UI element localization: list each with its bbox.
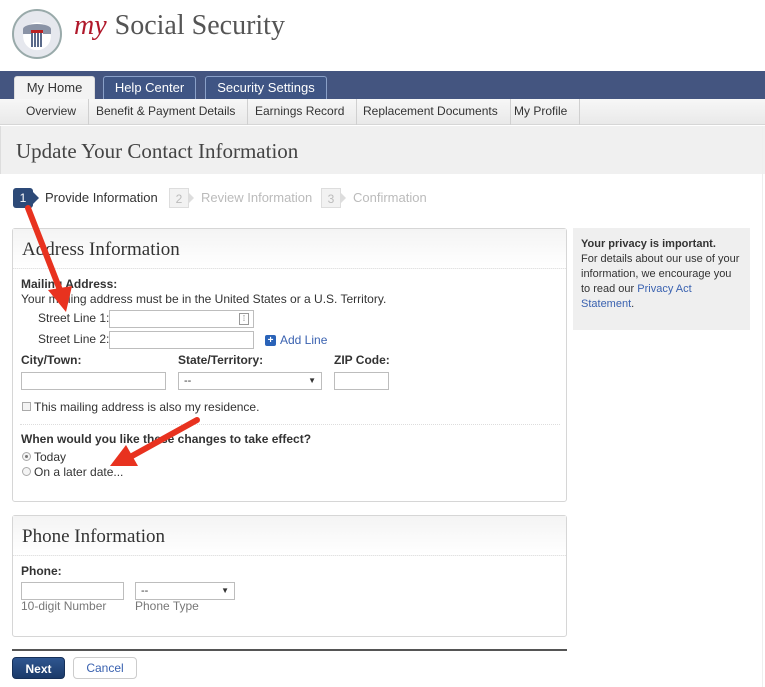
phone-panel: Phone Information [12,515,567,637]
residence-checkbox[interactable] [22,402,31,411]
next-button[interactable]: Next [12,657,65,679]
section-divider [20,424,560,425]
shield-icon [31,33,43,47]
privacy-period: . [631,298,635,310]
cancel-button[interactable]: Cancel [73,657,137,679]
chevron-down-icon: ▼ [308,376,316,385]
street-line-1-input[interactable]: ⁞ [109,310,254,328]
chevron-down-icon: ▼ [221,586,229,595]
residence-checkbox-label: This mailing address is also my residenc… [34,400,260,414]
city-input[interactable] [21,372,166,390]
add-line-link[interactable]: Add Line [280,333,327,347]
step-2-badge: 2 [169,188,194,208]
privacy-notice: Your privacy is important. For details a… [573,228,750,330]
state-select-value: -- [184,375,192,387]
zip-label: ZIP Code: [334,353,390,367]
subtab-earnings-record[interactable]: Earnings Record [243,99,358,125]
subtab-replacement-documents[interactable]: Replacement Documents [351,99,511,125]
brand-title[interactable]: my Social Security [74,10,285,42]
phone-number-hint: 10-digit Number [21,599,107,613]
radio-today[interactable] [22,452,31,461]
phone-type-hint: Phone Type [135,599,199,613]
mailing-address-label: Mailing Address: [21,277,118,291]
state-select[interactable]: -- ▼ [178,372,322,390]
radio-today-label: Today [34,450,67,464]
city-label: City/Town: [21,353,82,367]
subtab-my-profile[interactable]: My Profile [502,99,581,125]
street-line-2-label: Street Line 2: [38,332,110,346]
brand-prefix: my [74,10,107,41]
mailing-address-note: Your mailing address must be in the Unit… [21,292,387,306]
step-3-label: Confirmation [353,190,427,205]
step-3-badge: 3 [321,188,346,208]
phone-number-input[interactable] [21,582,124,600]
address-panel-title: Address Information [22,239,180,260]
street-line-2-input[interactable] [109,331,254,349]
tab-help-center[interactable]: Help Center [103,76,196,100]
page-edge [762,126,763,687]
tab-my-home[interactable]: My Home [14,76,95,101]
phone-type-select[interactable]: -- ▼ [135,582,235,600]
radio-later-date[interactable] [22,467,31,476]
brand-name: Social Security [114,10,285,41]
add-line-plus-icon[interactable]: + [265,335,276,346]
step-2-label: Review Information [201,190,313,205]
subtab-benefit-payment-details[interactable]: Benefit & Payment Details [84,99,249,125]
radio-later-date-label: On a later date... [34,465,124,479]
main-nav: My Home Help Center Security Settings [0,71,765,101]
phone-type-value: -- [141,585,149,597]
tab-security-settings[interactable]: Security Settings [205,76,327,100]
step-1-badge: 1 [13,188,39,208]
address-panel: Address Information [12,228,567,502]
site-header: my Social Security [0,0,765,70]
page-title: Update Your Contact Information [16,139,299,163]
actions-divider [12,649,567,651]
step-1-label: Provide Information [45,190,158,205]
street-line-1-label: Street Line 1: [38,311,110,325]
privacy-heading: Your privacy is important. [581,238,716,250]
subtab-overview[interactable]: Overview [14,99,90,125]
phone-label: Phone: [21,564,62,578]
effect-question: When would you like these changes to tak… [21,432,312,446]
state-label: State/Territory: [178,353,264,367]
phone-panel-title: Phone Information [22,526,166,547]
sub-nav: Overview Benefit & Payment Details Earni… [0,99,765,125]
zip-input[interactable] [334,372,389,390]
autofill-key-icon[interactable]: ⁞ [239,313,249,325]
ssa-seal-logo[interactable] [12,9,62,59]
